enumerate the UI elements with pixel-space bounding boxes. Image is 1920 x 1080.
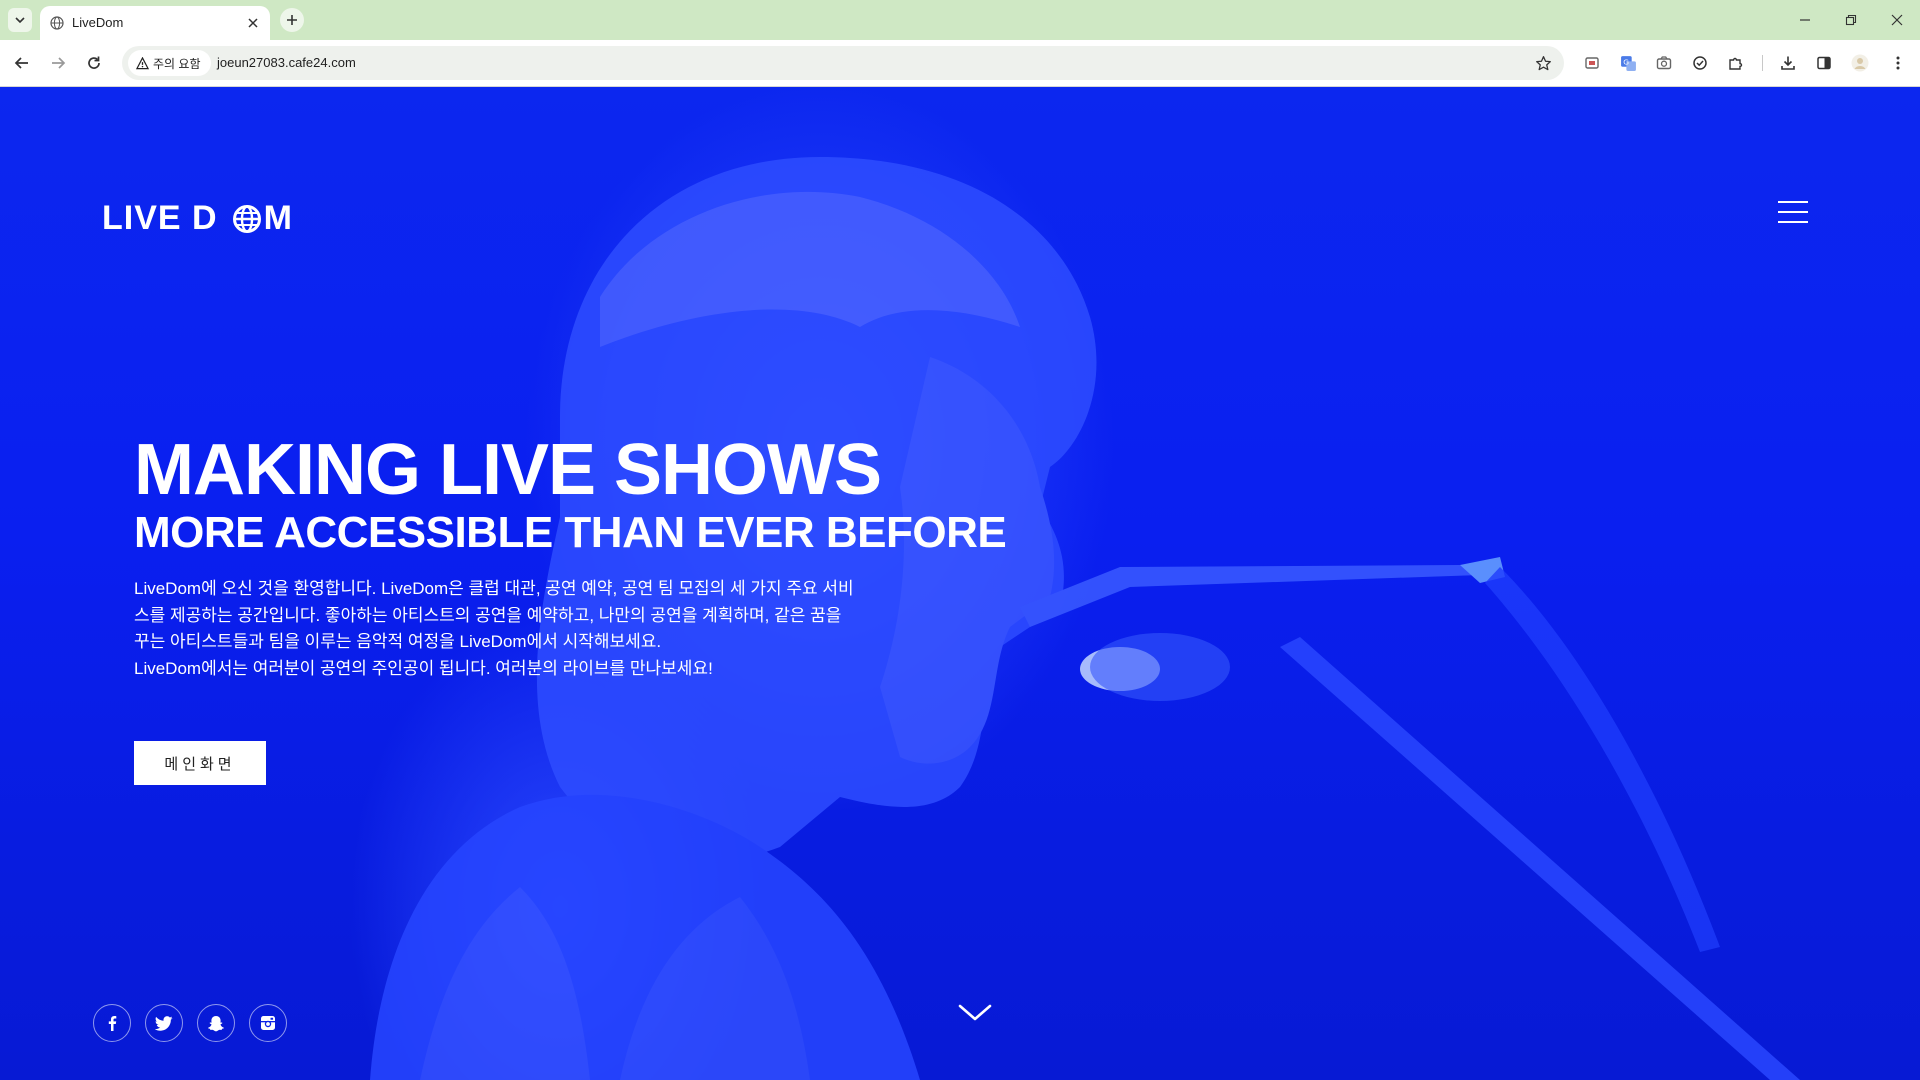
browser-menu-button[interactable] [1886,51,1910,75]
logo-text-m: M [263,199,293,237]
plus-icon [287,15,297,25]
site-logo[interactable]: LIVE D M [102,199,293,238]
tab-close-button[interactable] [244,14,262,32]
instagram-icon [261,1016,275,1030]
cast-icon [1585,57,1599,69]
security-warning-chip[interactable]: 주의 요함 [128,50,211,76]
hamburger-menu-button[interactable] [1778,201,1808,223]
restore-button[interactable] [1836,8,1866,32]
chevron-down-icon [15,17,25,24]
download-icon [1781,56,1795,70]
globe-icon [50,16,64,30]
close-window-button[interactable] [1882,8,1912,32]
close-icon [248,18,258,28]
new-tab-button[interactable] [280,8,304,32]
snapchat-icon [208,1015,224,1031]
hamburger-line [1778,221,1808,223]
instagram-link[interactable] [249,1004,287,1042]
url-text: joeun27083.cafe24.com [217,55,356,70]
bookmark-button[interactable] [1532,52,1554,74]
translate-extension-button[interactable]: G [1616,51,1640,75]
avatar [1851,54,1869,72]
hero-headline: MAKING LIVE SHOWS [134,430,882,510]
side-panel-button[interactable] [1812,51,1836,75]
twitter-link[interactable] [145,1004,183,1042]
twitter-icon [155,1015,173,1031]
tab-list-button[interactable] [8,8,32,32]
extensions-button[interactable] [1724,51,1748,75]
close-icon [1891,14,1903,26]
address-bar[interactable]: 주의 요함 joeun27083.cafe24.com [122,46,1564,80]
hero-intro-text: LiveDom에 오신 것을 환영합니다. LiveDom은 클럽 대관, 공연… [134,576,854,682]
browser-toolbar: 주의 요함 joeun27083.cafe24.com G [0,40,1920,87]
back-button[interactable] [10,51,34,75]
forward-button[interactable] [46,51,70,75]
intro-paragraph: LiveDom에 오신 것을 환영합니다. LiveDom은 클럽 대관, 공연… [134,579,854,651]
sync-extension-button[interactable] [1688,51,1712,75]
cast-extension-button[interactable] [1580,51,1604,75]
browser-tab[interactable]: LiveDom [40,6,270,40]
intro-paragraph: LiveDom에서는 여러분이 공연의 주인공이 됩니다. 여러분의 라이브를 … [134,658,713,678]
facebook-icon [108,1016,117,1031]
translate-icon: G [1620,55,1636,71]
side-panel-icon [1817,56,1831,70]
browser-tab-bar: LiveDom [0,0,1920,40]
downloads-button[interactable] [1776,51,1800,75]
facebook-link[interactable] [93,1004,131,1042]
minimize-icon [1800,19,1810,21]
security-warning-label: 주의 요함 [153,56,201,71]
arrow-right-icon [52,57,66,69]
restore-icon [1845,14,1857,26]
logo-text-live-d: LIVE D [102,199,218,237]
globe-icon [232,204,261,233]
hero-section: LIVE D M MAKING LIVE SHOWS MORE ACCESSIB… [0,87,1920,1080]
scroll-down-chevron-icon[interactable] [958,1003,992,1023]
warning-icon [136,56,149,69]
more-vertical-icon [1896,56,1900,70]
screenshot-extension-button[interactable] [1652,51,1676,75]
sync-icon [1693,56,1707,70]
star-icon [1535,55,1551,70]
puzzle-icon [1729,57,1743,70]
minimize-button[interactable] [1790,8,1820,32]
tab-title: LiveDom [72,15,124,30]
toolbar-separator [1762,55,1763,71]
hero-subheadline: MORE ACCESSIBLE THAN EVER BEFORE [134,508,1007,557]
reload-button[interactable] [82,51,106,75]
snapchat-link[interactable] [197,1004,235,1042]
hamburger-line [1778,211,1808,213]
main-page-button[interactable]: 메인화면 [134,741,266,785]
profile-button[interactable] [1848,51,1872,75]
hamburger-line [1778,201,1808,203]
arrow-left-icon [14,57,28,69]
svg-text:G: G [1623,57,1629,66]
reload-icon [88,56,100,69]
camera-icon [1656,56,1672,70]
